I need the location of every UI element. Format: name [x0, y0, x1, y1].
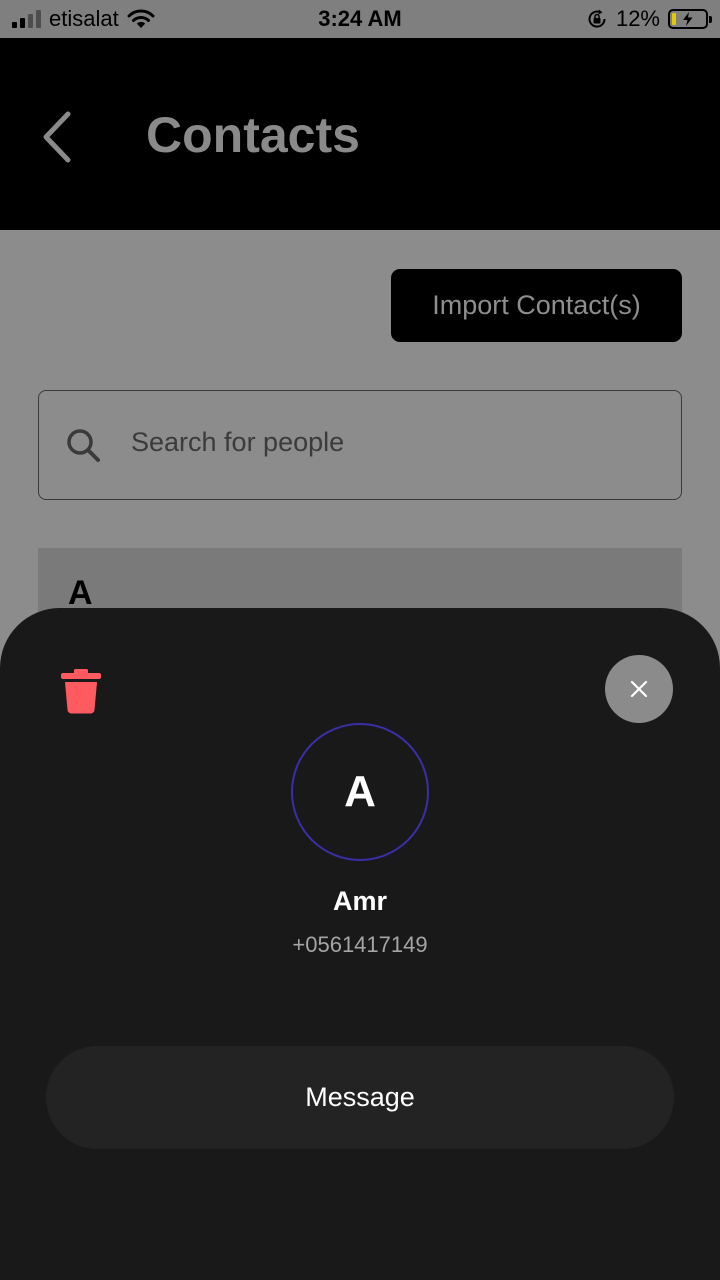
search-input[interactable]: Search for people — [131, 427, 344, 458]
battery-icon — [668, 9, 712, 29]
trash-icon[interactable] — [60, 668, 102, 714]
search-field[interactable]: Search for people — [38, 390, 682, 500]
battery-percent: 12% — [615, 6, 660, 31]
status-bar: etisalat 3:24 AM 12% — [0, 0, 720, 38]
rotation-lock-icon — [588, 9, 606, 28]
contact-phone: +0561417149 — [292, 932, 428, 957]
page-title: Contacts — [146, 107, 360, 163]
contact-name: Amr — [332, 886, 387, 916]
app-header: Contacts — [0, 38, 720, 230]
chevron-left-icon — [43, 111, 71, 163]
message-button[interactable]: Message — [46, 1046, 674, 1149]
search-icon — [67, 429, 100, 462]
back-button[interactable] — [36, 108, 80, 166]
contact-detail-sheet: A Amr +0561417149 Message — [0, 608, 720, 1280]
import-contacts-button[interactable]: Import Contact(s) — [391, 269, 682, 342]
status-right: 12% — [586, 6, 712, 32]
contact-avatar: A — [291, 723, 429, 861]
close-icon — [630, 680, 648, 698]
avatar-initial: A — [344, 767, 376, 816]
close-button[interactable] — [605, 655, 673, 723]
